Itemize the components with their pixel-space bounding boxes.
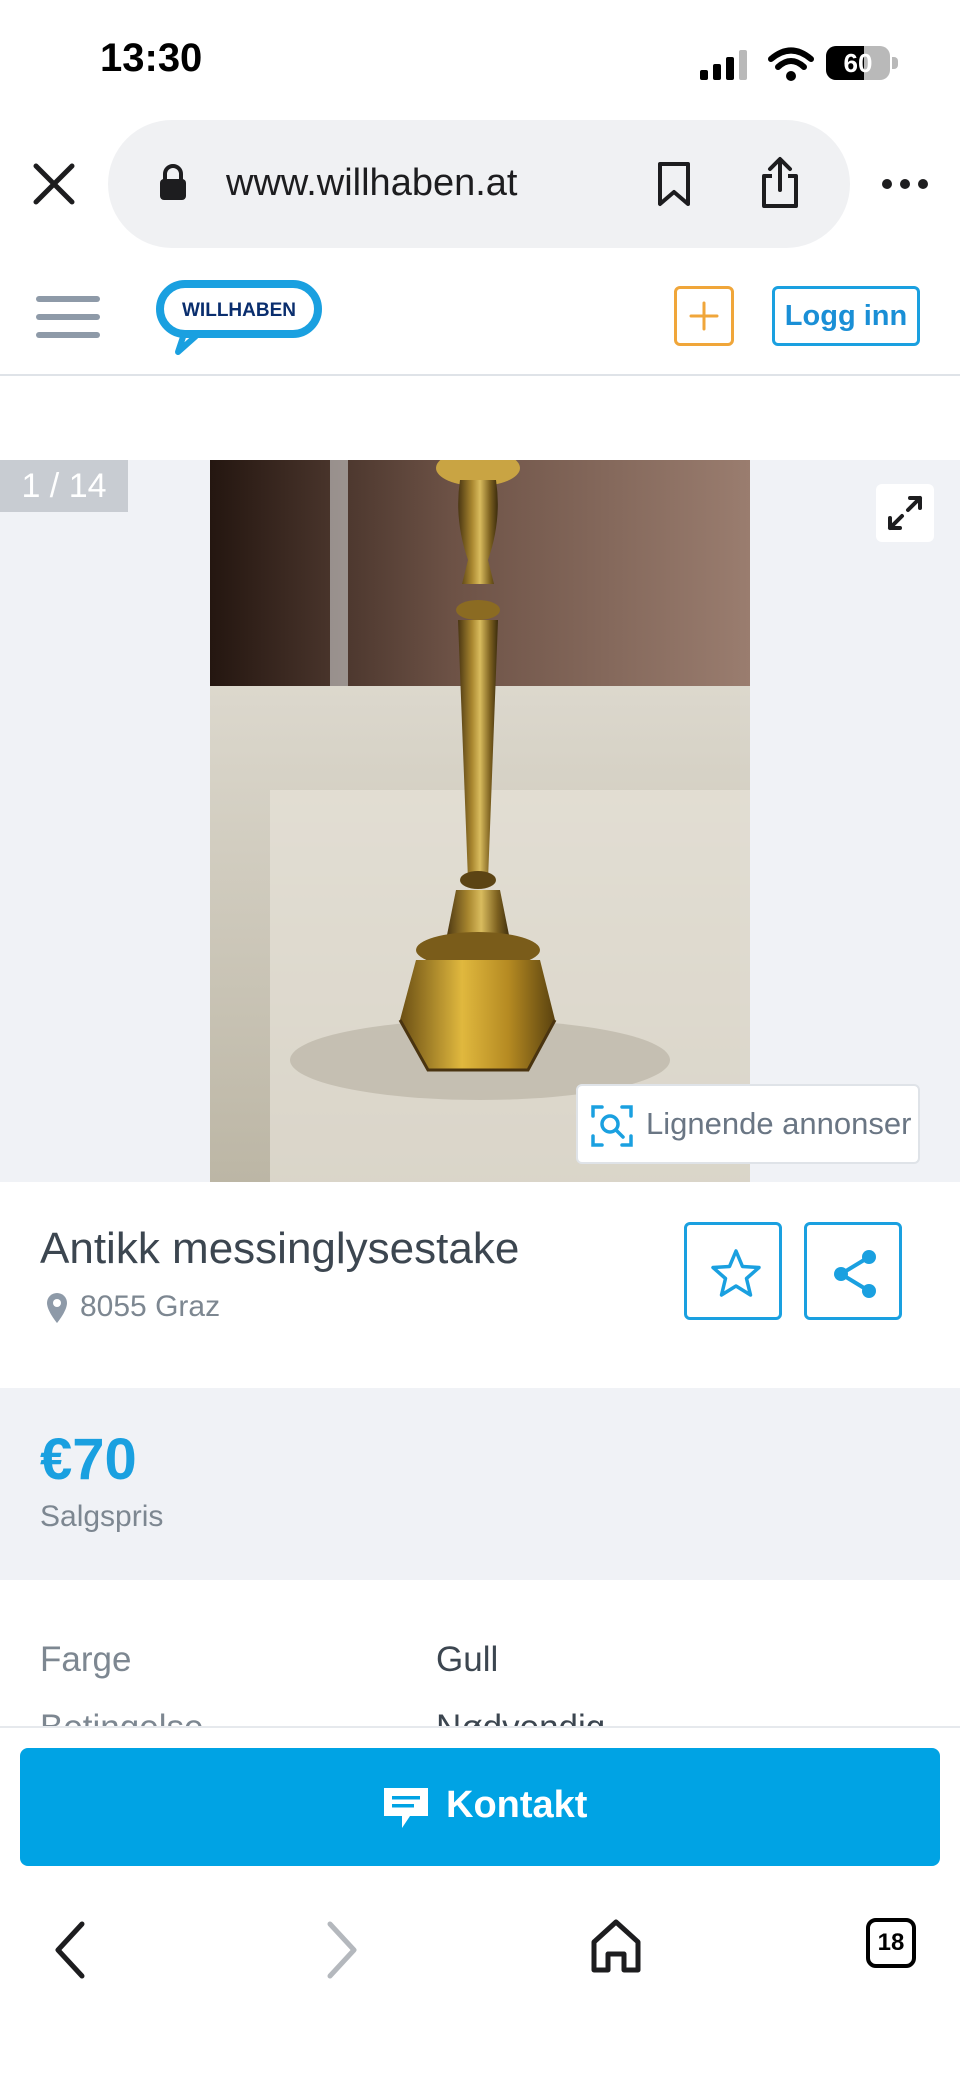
more-icon[interactable] [880,176,930,192]
attribute-key: Farge [40,1640,132,1679]
price-label: Salgspris [40,1500,164,1533]
product-photo[interactable] [210,460,750,1182]
lock-icon [160,164,186,200]
location-pin-icon [47,1293,67,1323]
image-gallery[interactable]: 1 / 14 Lignende annonser [0,460,960,1182]
willhaben-logo[interactable]: WILLHABEN [156,278,324,358]
visual-search-icon [591,1105,633,1147]
login-button[interactable]: Logg inn [772,286,920,346]
contact-button[interactable]: Kontakt [20,1748,940,1866]
share-icon[interactable] [758,156,802,210]
share-ad-button[interactable] [804,1222,902,1320]
attribute-key: Betingelse [40,1708,204,1728]
share-nodes-icon [834,1250,876,1298]
battery-percent: 60 [843,48,873,78]
price-value: €70 [40,1427,137,1492]
back-icon[interactable] [50,1918,90,1982]
ad-header: Antikk messinglysestake 8055 Graz [0,1182,960,1388]
ad-location: 8055 Graz [80,1290,221,1323]
close-icon[interactable] [30,160,78,208]
attribute-value: Nødvendig [436,1708,606,1728]
similar-ads-label: Lignende annonser [646,1106,912,1141]
bookmark-icon[interactable] [654,160,694,208]
expand-icon [888,496,922,530]
address-bar[interactable]: www.willhaben.at [108,120,850,248]
contact-bar: Kontakt [0,1726,960,1888]
contact-label: Kontakt [446,1784,588,1826]
plus-icon [689,301,719,331]
add-listing-button[interactable] [674,286,734,346]
status-time: 13:30 [100,36,203,80]
tabs-count: 18 [877,1929,905,1956]
url-text: www.willhaben.at [226,162,518,204]
browser-url-row: www.willhaben.at [0,120,960,250]
status-bar: 13:30 60 [0,0,960,120]
attributes-list: Farge Gull Betingelse Nødvendig [0,1580,960,1728]
hamburger-menu-icon[interactable] [36,292,100,342]
tabs-button[interactable]: 18 [866,1918,916,1968]
browser-bottom-toolbar: 18 [0,1888,960,2078]
attribute-row: Betingelse Nødvendig [0,1708,960,1728]
forward-icon[interactable] [322,1918,362,1982]
star-icon [711,1249,761,1297]
similar-ads-button[interactable]: Lignende annonser [576,1084,920,1164]
expand-gallery-button[interactable] [876,484,934,542]
signal-icon [700,50,747,80]
ad-title: Antikk messinglysestake [40,1224,520,1273]
chat-icon [384,1788,428,1828]
battery-indicator: 60 [826,46,898,80]
save-favorite-button[interactable] [684,1222,782,1320]
gallery-counter: 1 / 14 [0,460,128,512]
home-icon[interactable] [590,1916,642,1976]
logo-text: WILLHABEN [182,300,296,321]
wifi-icon [768,47,814,81]
attribute-value: Gull [436,1640,499,1679]
price-section: €70 Salgspris [0,1388,960,1580]
attribute-row: Farge Gull [0,1640,960,1700]
site-header: WILLHABEN Logg inn [0,260,960,376]
